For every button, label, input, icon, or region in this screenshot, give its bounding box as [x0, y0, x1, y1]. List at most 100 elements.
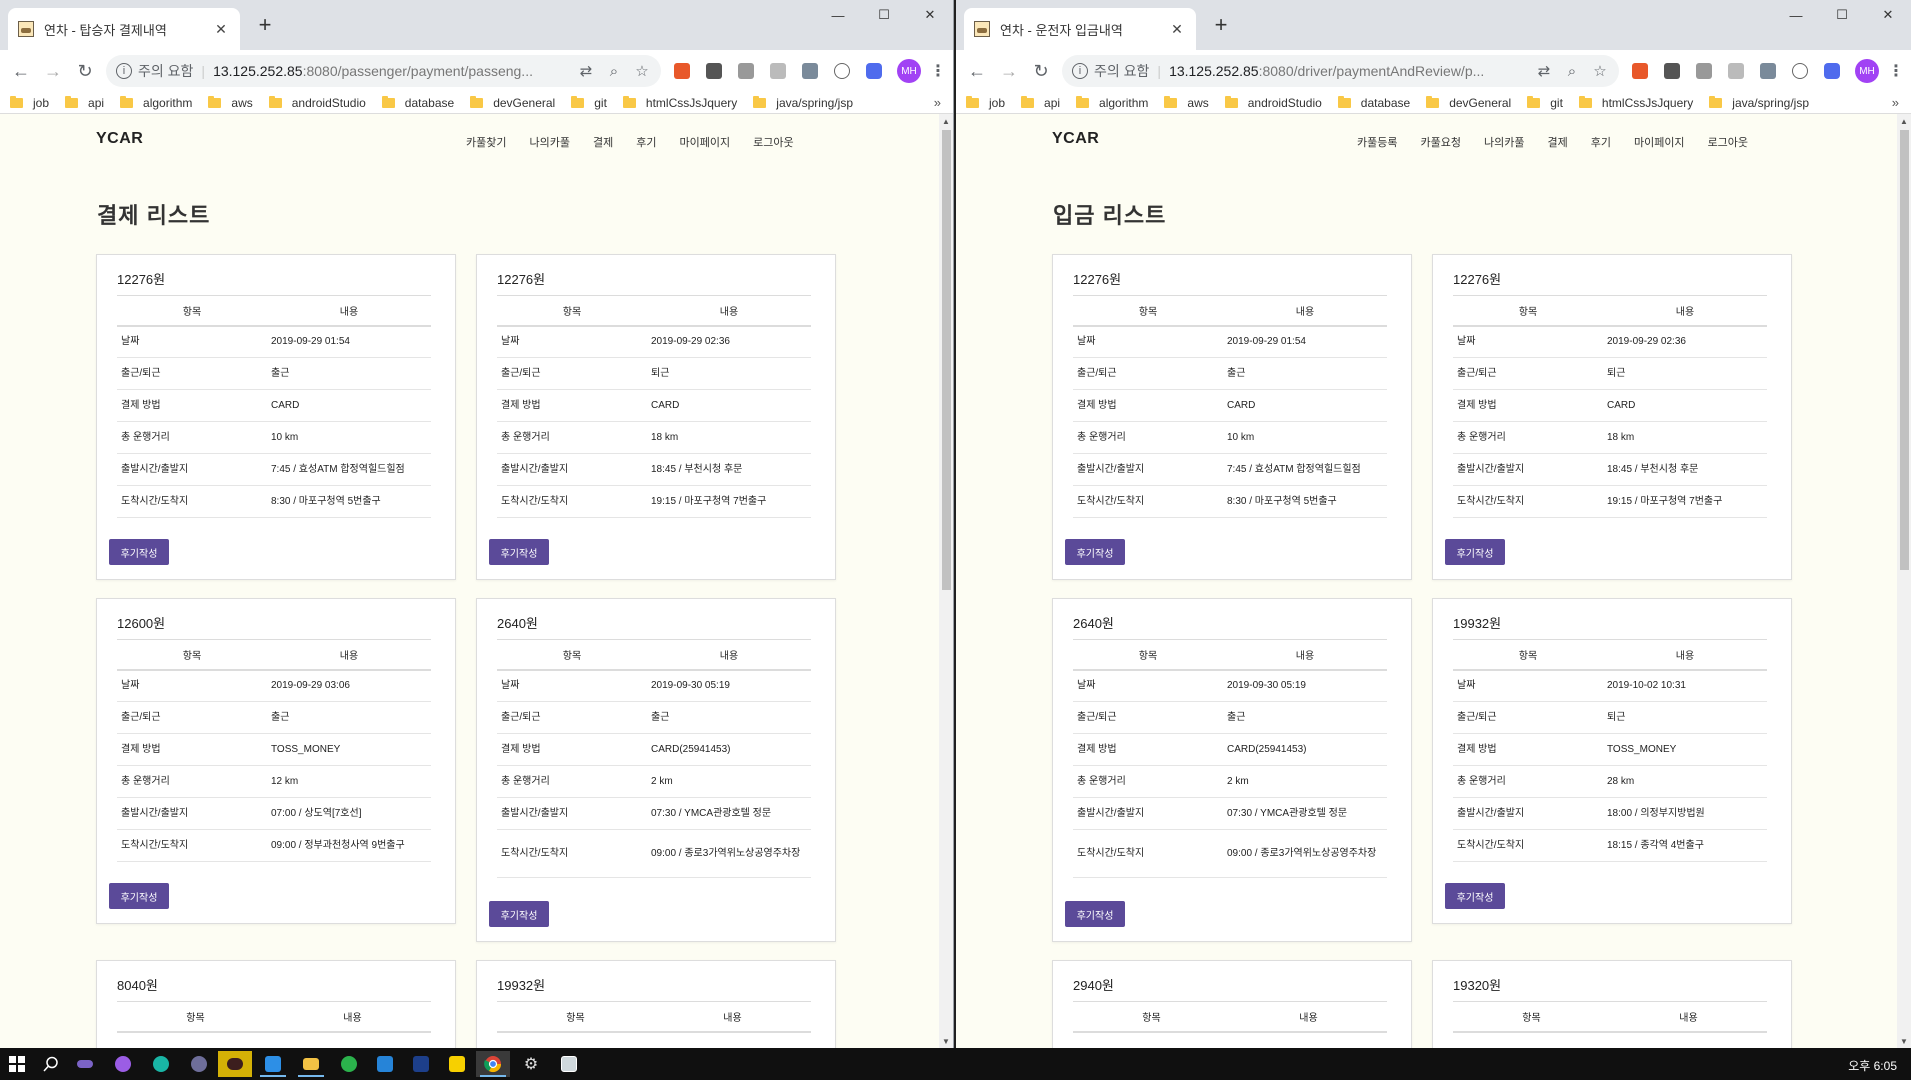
extension-barcode-icon[interactable]	[1693, 60, 1715, 82]
forward-button[interactable]: →	[38, 56, 68, 86]
address-bar[interactable]: i 주의 요함 | 13.125.252.85:8080/driver/paym…	[1062, 55, 1619, 87]
nav-item-carpool-requests[interactable]: 카풀요청	[1420, 134, 1460, 150]
close-window-button[interactable]: ✕	[907, 0, 953, 30]
extension-barcode-icon[interactable]	[735, 60, 757, 82]
bookmark-folder[interactable]: database	[381, 95, 454, 110]
info-icon[interactable]: i	[116, 63, 132, 79]
zoom-icon[interactable]: ⌕	[605, 62, 623, 80]
scroll-up-arrow-icon[interactable]: ▲	[1897, 114, 1911, 128]
write-review-button[interactable]: 후기작성	[489, 901, 549, 927]
bookmark-folder[interactable]: git	[1527, 95, 1563, 110]
translate-icon[interactable]: ⇄	[1535, 62, 1553, 80]
nav-item-register-carpool[interactable]: 카풀등록	[1357, 134, 1397, 150]
extension-fx-icon[interactable]	[671, 60, 693, 82]
close-window-button[interactable]: ✕	[1865, 0, 1911, 30]
browser-tab[interactable]: 연차 - 운전자 입금내역 ✕	[964, 8, 1196, 50]
taskbar-app-notes[interactable]	[440, 1051, 474, 1077]
nav-item-logout[interactable]: 로그아웃	[1708, 134, 1748, 150]
nav-item-mypage[interactable]: 마이페이지	[679, 134, 730, 150]
extension-pin-icon[interactable]	[767, 60, 789, 82]
extension-hex-icon[interactable]	[1821, 60, 1843, 82]
write-review-button[interactable]: 후기작성	[1445, 883, 1505, 909]
site-brand[interactable]: YCAR	[96, 130, 143, 148]
close-tab-icon[interactable]: ✕	[212, 21, 230, 38]
write-review-button[interactable]: 후기작성	[1065, 539, 1125, 565]
new-tab-button[interactable]: +	[252, 12, 278, 38]
nav-item-my-carpool[interactable]: 나의카풀	[529, 134, 569, 150]
forward-button[interactable]: →	[994, 56, 1024, 86]
nav-item-find-carpool[interactable]: 카풀찾기	[466, 134, 506, 150]
address-bar[interactable]: i 주의 요함 | 13.125.252.85:8080/passenger/p…	[106, 55, 661, 87]
extension-code-icon[interactable]	[831, 60, 853, 82]
write-review-button[interactable]: 후기작성	[109, 539, 169, 565]
nav-item-my-carpool[interactable]: 나의카풀	[1484, 134, 1524, 150]
nav-item-review[interactable]: 후기	[636, 134, 656, 150]
info-icon[interactable]: i	[1072, 63, 1088, 79]
back-button[interactable]: ←	[962, 56, 992, 86]
translate-icon[interactable]: ⇄	[577, 62, 595, 80]
write-review-button[interactable]: 후기작성	[109, 883, 169, 909]
extension-capture-icon[interactable]	[1757, 60, 1779, 82]
bookmark-folder[interactable]: java/spring/jsp	[753, 95, 853, 110]
write-review-button[interactable]: 후기작성	[489, 539, 549, 565]
bookmark-folder[interactable]: htmlCssJsJquery	[622, 95, 737, 110]
reload-button[interactable]: ↻	[1026, 56, 1056, 86]
page-scrollbar[interactable]: ▲ ▼	[939, 114, 953, 1048]
page-scrollbar[interactable]: ▲ ▼	[1897, 114, 1911, 1048]
minimize-button[interactable]: —	[1773, 0, 1819, 30]
taskbar-app-vscode[interactable]	[256, 1051, 290, 1077]
zoom-icon[interactable]: ⌕	[1563, 62, 1581, 80]
bookmark-folder[interactable]: devGeneral	[1426, 95, 1511, 110]
bookmark-folder[interactable]: androidStudio	[268, 95, 366, 110]
write-review-button[interactable]: 후기작성	[1445, 539, 1505, 565]
new-tab-button[interactable]: +	[1208, 12, 1234, 38]
extension-reader-icon[interactable]	[703, 60, 725, 82]
profile-avatar[interactable]: MH	[1855, 59, 1879, 83]
taskbar-app-star[interactable]	[144, 1051, 178, 1077]
bookmark-folder[interactable]: git	[571, 95, 607, 110]
bookmark-folder[interactable]: database	[1337, 95, 1410, 110]
extension-code-icon[interactable]	[1789, 60, 1811, 82]
bookmark-folder[interactable]: aws	[1164, 95, 1209, 110]
taskbar-app-sourcetree[interactable]	[368, 1051, 402, 1077]
maximize-button[interactable]: ☐	[1819, 0, 1865, 30]
taskbar-app-editor[interactable]	[404, 1051, 438, 1077]
taskbar-app-chrome[interactable]	[476, 1051, 510, 1077]
scrollbar-thumb[interactable]	[942, 130, 951, 590]
taskbar-app-keyboard[interactable]	[68, 1051, 102, 1077]
nav-item-payment[interactable]: 결제	[1547, 134, 1567, 150]
extension-pin-icon[interactable]	[1725, 60, 1747, 82]
more-bookmarks-icon[interactable]: »	[1892, 95, 1899, 110]
reload-button[interactable]: ↻	[70, 56, 100, 86]
taskbar-app-settings[interactable]: ⚙	[514, 1051, 548, 1077]
menu-icon[interactable]: ⋮	[1887, 61, 1905, 81]
nav-item-payment[interactable]: 결제	[593, 134, 613, 150]
close-tab-icon[interactable]: ✕	[1168, 21, 1186, 38]
nav-item-mypage[interactable]: 마이페이지	[1634, 134, 1685, 150]
site-brand[interactable]: YCAR	[1052, 130, 1099, 148]
taskbar-app-file-explorer[interactable]	[294, 1051, 328, 1077]
bookmark-star-icon[interactable]: ☆	[633, 62, 651, 80]
bookmark-folder[interactable]: algorithm	[1076, 95, 1148, 110]
bookmark-folder[interactable]: devGeneral	[470, 95, 555, 110]
taskbar-app-kakaotalk[interactable]	[218, 1051, 252, 1077]
taskbar-app-circle[interactable]	[106, 1051, 140, 1077]
nav-item-review[interactable]: 후기	[1591, 134, 1611, 150]
extension-hex-icon[interactable]	[863, 60, 885, 82]
bookmark-folder[interactable]: api	[1021, 95, 1060, 110]
start-button[interactable]	[0, 1051, 34, 1077]
bookmark-folder[interactable]: job	[966, 95, 1005, 110]
bookmark-folder[interactable]: htmlCssJsJquery	[1578, 95, 1693, 110]
nav-item-logout[interactable]: 로그아웃	[753, 134, 793, 150]
bookmark-star-icon[interactable]: ☆	[1591, 62, 1609, 80]
taskbar-app-green[interactable]	[332, 1051, 366, 1077]
extension-fx-icon[interactable]	[1629, 60, 1651, 82]
more-bookmarks-icon[interactable]: »	[934, 95, 941, 110]
scroll-down-arrow-icon[interactable]: ▼	[939, 1034, 953, 1048]
system-clock[interactable]: 오후 6:05	[1848, 1057, 1897, 1074]
maximize-button[interactable]: ☐	[861, 0, 907, 30]
bookmark-folder[interactable]: java/spring/jsp	[1709, 95, 1809, 110]
scroll-down-arrow-icon[interactable]: ▼	[1897, 1034, 1911, 1048]
menu-icon[interactable]: ⋮	[929, 61, 947, 81]
scroll-up-arrow-icon[interactable]: ▲	[939, 114, 953, 128]
